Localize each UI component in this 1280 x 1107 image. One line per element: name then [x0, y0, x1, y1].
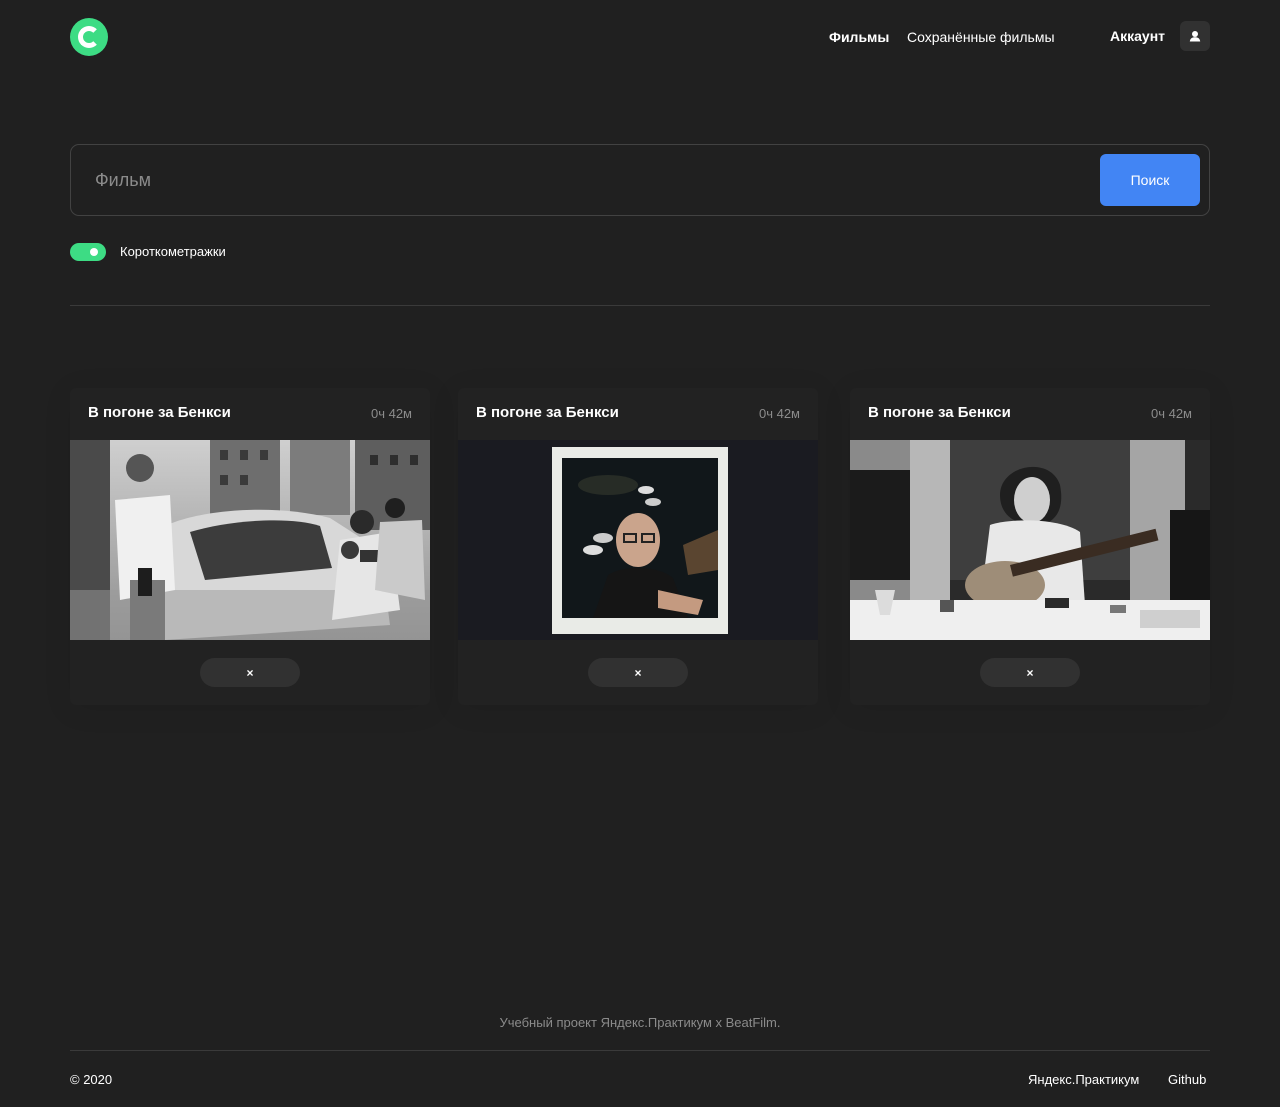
- toggle-knob: [90, 248, 98, 256]
- logo[interactable]: [70, 18, 108, 56]
- remove-movie-button[interactable]: ×: [200, 658, 300, 687]
- movie-poster[interactable]: [458, 440, 818, 640]
- movie-duration: 0ч 42м: [758, 406, 800, 421]
- movie-poster[interactable]: [70, 440, 430, 640]
- shorts-toggle-label: Короткометражки: [120, 244, 226, 259]
- movie-poster-image: [70, 440, 430, 640]
- remove-movie-button[interactable]: ×: [588, 658, 688, 687]
- footer-link-github[interactable]: Github: [1168, 1072, 1206, 1088]
- movie-duration: 0ч 42м: [1150, 406, 1192, 421]
- account-button[interactable]: [1180, 21, 1210, 51]
- movie-title: В погоне за Бенкси: [476, 404, 619, 421]
- remove-movie-button[interactable]: ×: [980, 658, 1080, 687]
- movie-poster-image: [458, 440, 818, 640]
- user-icon: [1189, 31, 1201, 42]
- movie-duration: 0ч 42м: [370, 406, 412, 421]
- search-divider: [70, 305, 1210, 306]
- copyright: © 2020: [70, 1072, 113, 1087]
- movie-title: В погоне за Бенкси: [88, 404, 231, 421]
- search-input[interactable]: [95, 161, 1075, 199]
- logo-icon: [78, 26, 100, 48]
- account-link[interactable]: Аккаунт: [1110, 27, 1165, 45]
- nav-link-films[interactable]: Фильмы: [829, 28, 889, 46]
- movie-card: В погоне за Бенкси 0ч 42м ×: [850, 388, 1210, 705]
- search-button[interactable]: Поиск: [1100, 154, 1200, 206]
- movie-title: В погоне за Бенкси: [868, 404, 1011, 421]
- saved-movies-page: Фильмы Сохранённые фильмы Аккаунт Поиск …: [0, 0, 1280, 1107]
- movie-poster[interactable]: [850, 440, 1210, 640]
- search-form: Поиск: [70, 144, 1210, 216]
- shorts-toggle[interactable]: [70, 243, 106, 261]
- movie-card: В погоне за Бенкси 0ч 42м ×: [70, 388, 430, 705]
- movie-card: В погоне за Бенкси 0ч 42м ×: [458, 388, 818, 705]
- footer-note: Учебный проект Яндекс.Практикум х BeatFi…: [499, 1015, 781, 1030]
- movie-poster-image: [850, 440, 1210, 640]
- footer-divider: [70, 1050, 1210, 1051]
- footer-link-yandex-practicum[interactable]: Яндекс.Практикум: [1028, 1072, 1139, 1088]
- nav-link-saved-films[interactable]: Сохранённые фильмы: [907, 28, 1055, 46]
